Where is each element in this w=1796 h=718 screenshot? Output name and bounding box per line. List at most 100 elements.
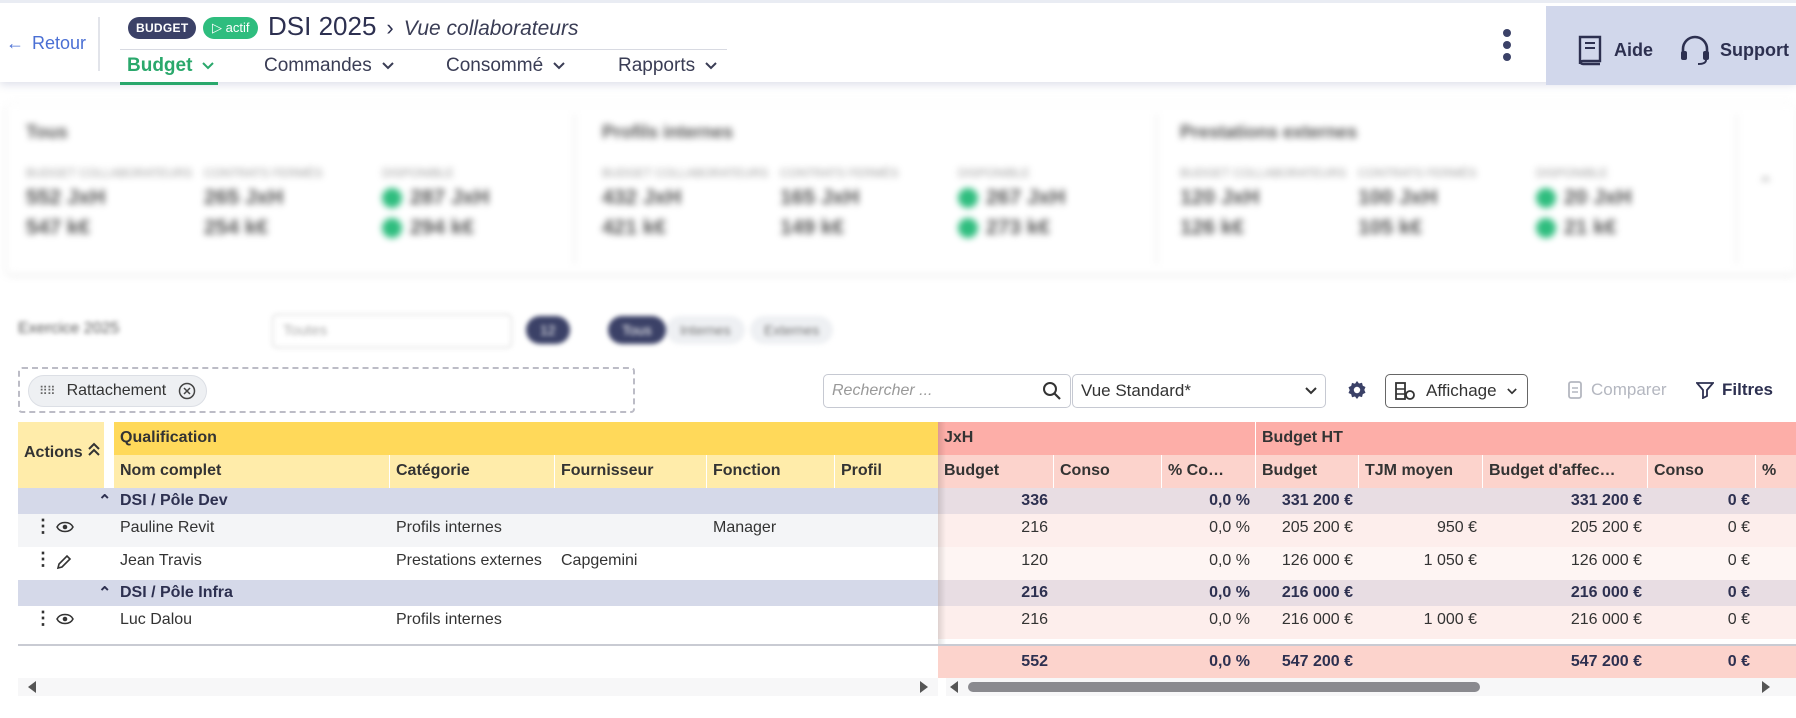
col-budget-affectation[interactable]: Budget d'affec… [1483,455,1648,488]
scroll-left-arrow-icon[interactable] [950,681,958,693]
group-drop-zone[interactable]: ⠿⠿ Rattachement [18,367,635,413]
cell-jxh-pct: 0,0 % [1209,584,1250,601]
cell-fournisseur: Capgemini [561,552,638,569]
collapse-all-icon[interactable] [84,422,104,488]
status-dot [382,188,402,208]
stat-col: DISPONIBLE 267 JxH 273 k€ [958,166,1128,240]
affichage-button[interactable]: Affichage [1385,374,1528,408]
cell-conso: 0 € [1727,492,1750,509]
stat-label: CONTRATS FERMÉS [780,166,899,180]
segment-tous[interactable]: Tous [608,316,666,344]
status-badge: ▷ actif [203,17,259,39]
stat-label: DISPONIBLE [1536,166,1609,180]
scroll-left-arrow-icon[interactable] [28,681,36,693]
segment-internes[interactable]: Internes [666,316,745,344]
arrow-left-icon: ← [6,33,24,53]
view-select[interactable]: Vue Standard* [1072,374,1326,408]
group-label: DSI / Pôle Dev [120,492,228,509]
chevron-down-icon [202,62,215,70]
col-budget-ht[interactable]: Budget [1256,455,1359,488]
col-jxh-budget[interactable]: Budget [938,455,1054,488]
cell-jxh-budget: 216 [1021,519,1048,536]
cell-budget-ht: 331 200 € [1281,492,1353,509]
group-row[interactable]: ⌃ DSI / Pôle Infra 216 0,0 % 216 000 € 2… [18,580,1796,606]
count-pill[interactable]: 12 [526,316,570,344]
col-jxh-pct-conso[interactable]: % Co… [1162,455,1256,488]
stat-value: 547 k€ [26,216,91,239]
scroll-right-arrow-icon[interactable] [920,681,928,693]
stat-value-text: 21 k€ [1564,216,1617,239]
eye-icon[interactable] [50,514,80,547]
scroll-thumb[interactable] [968,682,1480,692]
stat-value: 149 k€ [780,216,845,239]
stat-col: BUDGET COLLABORATEURS 432 JxH 421 k€ [602,166,772,240]
col-tjm-moyen[interactable]: TJM moyen [1359,455,1483,488]
tab-budget[interactable]: Budget [127,55,215,77]
col-conso[interactable]: Conso [1648,455,1756,488]
cell-jxh-budget: 120 [1021,552,1048,569]
tab-consomme[interactable]: Consommé [446,55,565,77]
chevron-down-icon [705,62,717,70]
help-button[interactable]: Aide [1576,34,1653,66]
document-icon [1568,381,1582,399]
stat-value-text: 294 k€ [410,216,475,239]
cell-conso: 0 € [1727,584,1750,601]
stat-col: DISPONIBLE 287 JxH 294 k€ [382,166,552,240]
filtres-label: Filtres [1722,380,1774,399]
scroll-right-arrow-icon[interactable] [1762,681,1770,693]
support-button[interactable]: Support [1678,34,1789,66]
search-input[interactable]: Rechercher ... [823,374,1071,408]
col-profil[interactable]: Profil [835,455,938,488]
stat-value-text: 267 JxH [986,186,1066,209]
chevron-down-icon [1305,387,1317,395]
group-chip[interactable]: ⠿⠿ Rattachement [28,375,208,407]
col-categorie[interactable]: Catégorie [390,455,555,488]
tab-label: Rapports [618,55,696,76]
active-tab-indicator [120,82,218,85]
segment-externes[interactable]: Externes [750,316,834,344]
filtres-button[interactable]: Filtres [1696,380,1773,400]
stat-label: BUDGET COLLABORATEURS [1180,166,1347,180]
divider [574,114,575,264]
scroll-track-left[interactable] [18,678,938,696]
search-icon[interactable] [1042,381,1062,401]
table-row[interactable]: ⋮ Pauline Revit Profils internes Manager… [18,514,1796,547]
cell-jxh-budget: 216 [1021,584,1048,601]
cell-budget-ht: 205 200 € [1281,519,1353,536]
group-header-jxh: JxH [938,422,1256,455]
status-label: actif [225,20,250,35]
cell-conso: 0 € [1727,611,1750,628]
total-conso: 0 € [1727,653,1750,670]
col-fournisseur[interactable]: Fournisseur [555,455,707,488]
collapse-icon[interactable]: ⌃ [1758,174,1773,195]
horizontal-scrollbars [18,678,1796,696]
col-pct[interactable]: % [1756,455,1796,488]
exercice-select[interactable]: Toutes [272,314,512,348]
table-row[interactable]: ⋮ Jean Travis Prestations externes Capge… [18,547,1796,580]
tab-label: Consommé [446,55,544,76]
status-dot [1536,188,1556,208]
cell-jxh-budget: 216 [1021,611,1048,628]
comparer-button[interactable]: Comparer [1567,380,1667,400]
pencil-icon[interactable] [50,547,78,580]
more-menu-icon[interactable] [1503,29,1513,65]
stat-value: 287 JxH [382,186,552,210]
group-row[interactable]: ⌃ DSI / Pôle Dev 336 0,0 % 331 200 € 331… [18,488,1796,514]
col-jxh-conso[interactable]: Conso [1054,455,1162,488]
divider [1736,114,1737,264]
col-nom-complet[interactable]: Nom complet [114,455,390,488]
back-link[interactable]: ← Retour [6,33,86,54]
cell-budget-affectation: 126 000 € [1570,552,1642,569]
col-fonction[interactable]: Fonction [707,455,835,488]
total-jxh-pct: 0,0 % [1209,653,1250,670]
tab-rapports[interactable]: Rapports [618,55,717,77]
chevron-down-icon [382,62,394,70]
close-circle-icon[interactable] [178,382,196,400]
eye-icon[interactable] [50,606,80,639]
stat-col: CONTRATS FERMÉS 265 JxH 254 k€ [204,166,374,240]
gear-icon[interactable] [1346,379,1368,406]
drag-handle-icon[interactable]: ⠿⠿ [39,384,56,398]
stat-value: 105 k€ [1358,216,1423,239]
table-row[interactable]: ⋮ Luc Dalou Profils internes 216 0,0 % 2… [18,606,1796,639]
tab-commandes[interactable]: Commandes [264,55,394,77]
